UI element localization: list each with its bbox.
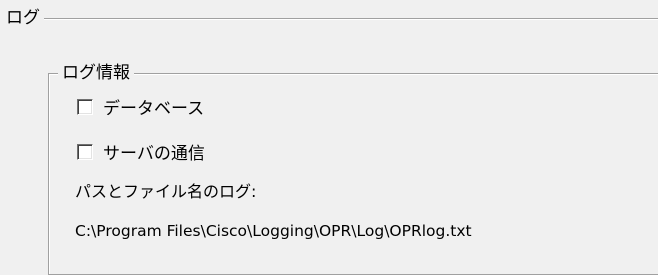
log-path-label: パスとファイル名のログ: bbox=[75, 182, 257, 201]
database-checkbox-label: データベース bbox=[103, 99, 205, 119]
log-group-title: ログ bbox=[6, 6, 44, 30]
server-communication-checkbox-label: サーバの通信 bbox=[103, 144, 205, 164]
log-group-divider bbox=[40, 18, 658, 20]
log-info-group-title: ログ情報 bbox=[58, 61, 134, 85]
log-path-value: C:\Program Files\Cisco\Logging\OPR\Log\O… bbox=[75, 222, 472, 240]
server-communication-checkbox-row[interactable]: サーバの通信 bbox=[77, 139, 205, 164]
database-checkbox[interactable] bbox=[77, 98, 93, 115]
database-checkbox-row[interactable]: データベース bbox=[77, 94, 204, 119]
server-communication-checkbox[interactable] bbox=[77, 143, 93, 160]
